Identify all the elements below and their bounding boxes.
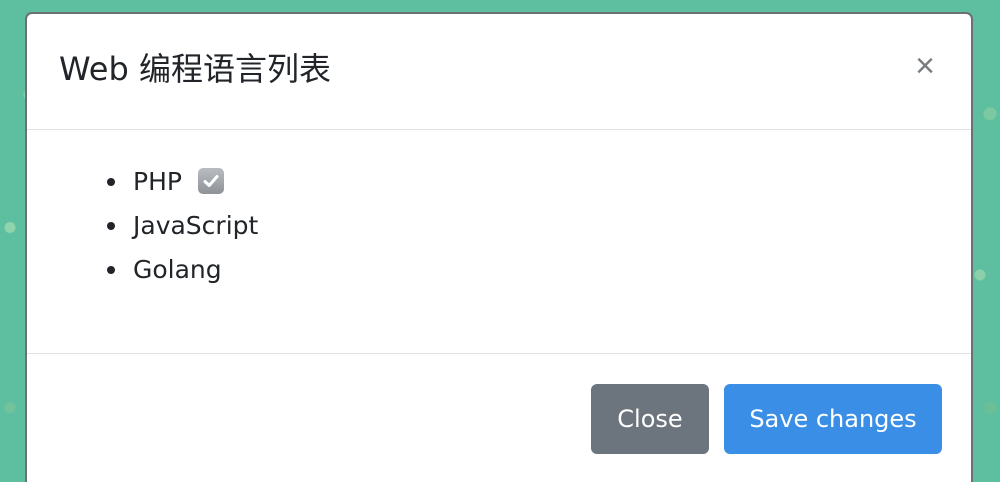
list-item-label: PHP: [133, 167, 182, 196]
bullet-icon: [107, 222, 115, 230]
list-item: Golang: [107, 252, 258, 296]
close-button[interactable]: Close: [591, 384, 709, 454]
list-item: JavaScript: [107, 208, 258, 252]
language-list: PHP JavaScript Golang: [107, 164, 258, 296]
check-box-icon: [197, 168, 224, 194]
modal-footer: Close Save changes: [27, 354, 971, 482]
modal-title: Web 编程语言列表: [59, 50, 331, 88]
bullet-icon: [107, 178, 115, 186]
close-icon[interactable]: ×: [907, 48, 943, 84]
bullet-icon: [107, 266, 115, 274]
modal-dialog: Web 编程语言列表 × PHP JavaScript Golang Close…: [25, 12, 973, 482]
modal-body: PHP JavaScript Golang: [27, 130, 971, 354]
list-item-label: Golang: [133, 255, 222, 284]
list-item-label: JavaScript: [133, 211, 259, 240]
modal-header: Web 编程语言列表 ×: [27, 14, 971, 130]
save-changes-button[interactable]: Save changes: [724, 384, 942, 454]
list-item: PHP: [107, 164, 258, 208]
check-mark-icon: [203, 175, 219, 187]
